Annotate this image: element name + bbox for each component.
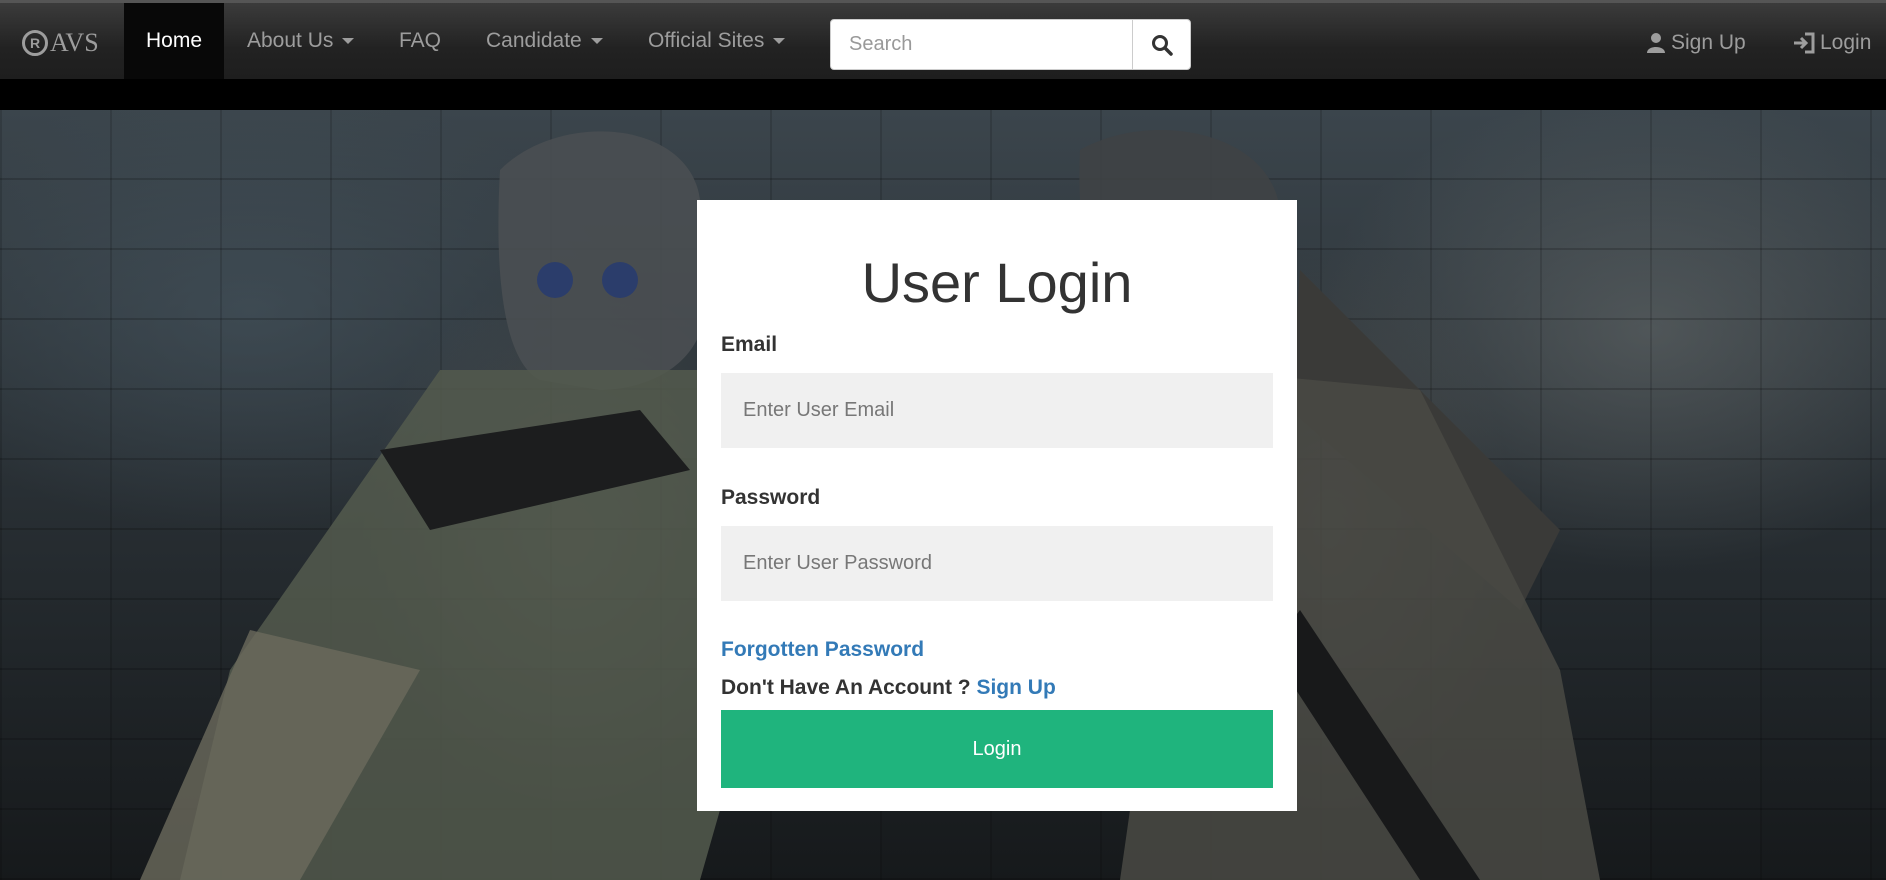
email-field[interactable] <box>721 373 1273 448</box>
brand-logo[interactable]: R AVS <box>22 23 99 63</box>
login-card: User Login Email Password Forgotten Pass… <box>697 200 1297 811</box>
password-field[interactable] <box>721 526 1273 601</box>
caret-down-icon <box>773 38 786 44</box>
search-input[interactable] <box>830 19 1133 70</box>
nav-official-label: Official Sites <box>648 29 765 52</box>
nav-about-us[interactable]: About Us <box>247 3 355 79</box>
email-label: Email <box>721 333 778 356</box>
caret-down-icon <box>342 38 355 44</box>
nav-login-label: Login <box>1820 30 1872 54</box>
login-button[interactable]: Login <box>721 710 1273 788</box>
brand-name: AVS <box>50 28 99 57</box>
forgot-password-link[interactable]: Forgotten Password <box>721 638 924 662</box>
nav-login-link[interactable]: Login <box>1793 3 1871 82</box>
nav-signup-label: Sign Up <box>1671 30 1746 54</box>
nav-faq-label: FAQ <box>399 29 442 52</box>
nav-candidate[interactable]: Candidate <box>486 3 603 79</box>
search-button[interactable] <box>1132 19 1191 70</box>
caret-down-icon <box>590 38 603 44</box>
nav-faq[interactable]: FAQ <box>399 3 441 79</box>
password-label: Password <box>721 486 821 509</box>
search-icon <box>1151 34 1173 56</box>
nav-official-sites[interactable]: Official Sites <box>648 3 786 79</box>
nav-home-label: Home <box>145 29 203 52</box>
signup-link[interactable]: Sign Up <box>976 676 1055 699</box>
login-title: User Login <box>861 251 1133 314</box>
signup-prompt: Don't Have An Account ? Sign Up <box>721 676 1056 700</box>
nav-signup-link[interactable]: Sign Up <box>1646 3 1746 82</box>
login-icon <box>1794 32 1815 53</box>
nav-home[interactable]: Home <box>124 3 224 79</box>
navbar: R AVS Home About Us FAQ Candidate Offici… <box>0 0 1886 79</box>
registered-mark-icon: R <box>22 30 48 56</box>
no-account-text: Don't Have An Account ? <box>721 676 971 699</box>
nav-about-label: About Us <box>247 29 334 52</box>
user-icon <box>1647 32 1665 53</box>
nav-candidate-label: Candidate <box>486 29 582 52</box>
